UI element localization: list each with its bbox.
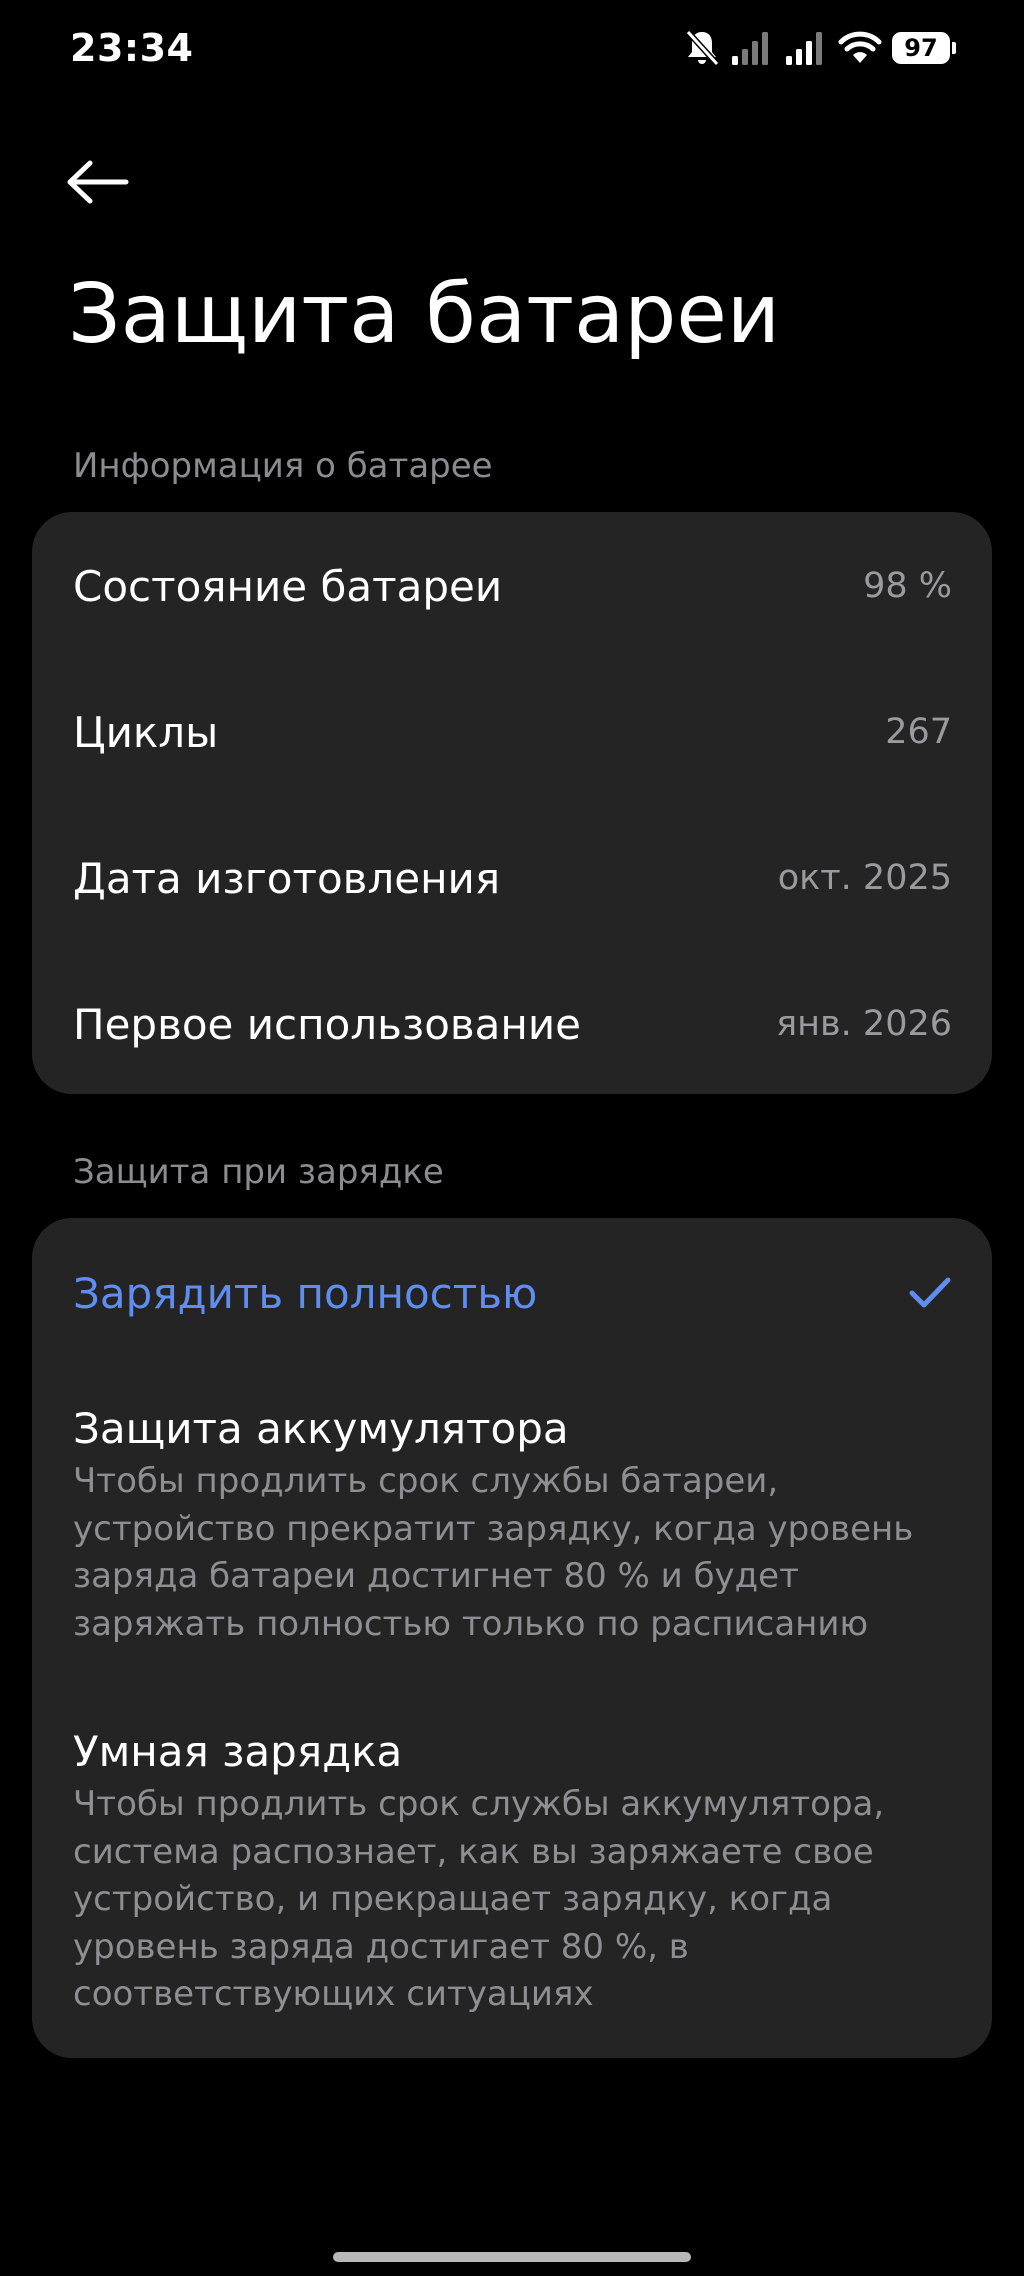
check-icon xyxy=(909,1277,951,1308)
info-value: 267 xyxy=(885,712,952,752)
signal-icon xyxy=(784,30,828,66)
battery-level: 97 xyxy=(892,32,950,64)
home-indicator[interactable] xyxy=(333,2252,691,2262)
option-title: Защита аккумулятора xyxy=(73,1404,569,1453)
charging-protection-card: Зарядить полностью Защита аккумулятора Ч… xyxy=(32,1218,992,2058)
info-label: Первое использование xyxy=(73,999,581,1049)
battery-info-card: Состояние батареи 98 % Циклы 267 Дата из… xyxy=(32,512,992,1094)
section-header-battery-info: Информация о батарее xyxy=(73,446,493,486)
info-row-cycles: Циклы 267 xyxy=(73,702,952,762)
section-header-charging-protection: Защита при зарядке xyxy=(73,1152,444,1192)
option-title: Умная зарядка xyxy=(73,1727,403,1776)
battery-icon: 97 xyxy=(892,32,956,64)
bell-off-icon xyxy=(684,28,720,68)
arrow-left-icon xyxy=(67,160,129,204)
option-label: Зарядить полностью xyxy=(73,1268,538,1318)
status-time: 23:34 xyxy=(70,26,194,70)
option-description: Чтобы продлить срок службы батареи, устр… xyxy=(73,1461,914,1644)
option-description: Чтобы продлить срок службы аккумулятора,… xyxy=(73,1784,885,2014)
option-charge-fully[interactable]: Зарядить полностью xyxy=(73,1258,952,1328)
info-label: Дата изготовления xyxy=(73,853,501,903)
info-label: Состояние батареи xyxy=(73,561,503,611)
signal-icon xyxy=(730,30,774,66)
option-battery-protection[interactable]: Защита аккумулятора Чтобы продлить срок … xyxy=(73,1400,932,1648)
info-value: янв. 2026 xyxy=(776,1004,952,1044)
info-label: Циклы xyxy=(73,707,219,757)
option-smart-charging[interactable]: Умная зарядка Чтобы продлить срок службы… xyxy=(73,1723,932,2019)
info-value: 98 % xyxy=(863,566,952,606)
info-row-manufacture-date: Дата изготовления окт. 2025 xyxy=(73,848,952,908)
page-title: Защита батареи xyxy=(68,267,781,362)
wifi-icon xyxy=(838,30,882,66)
info-value: окт. 2025 xyxy=(777,858,952,898)
status-icons: 97 xyxy=(684,26,956,70)
status-bar: 23:34 97 xyxy=(0,0,1024,100)
back-button[interactable] xyxy=(66,150,146,214)
info-row-first-use: Первое использование янв. 2026 xyxy=(73,994,952,1054)
info-row-battery-health: Состояние батареи 98 % xyxy=(73,556,952,616)
